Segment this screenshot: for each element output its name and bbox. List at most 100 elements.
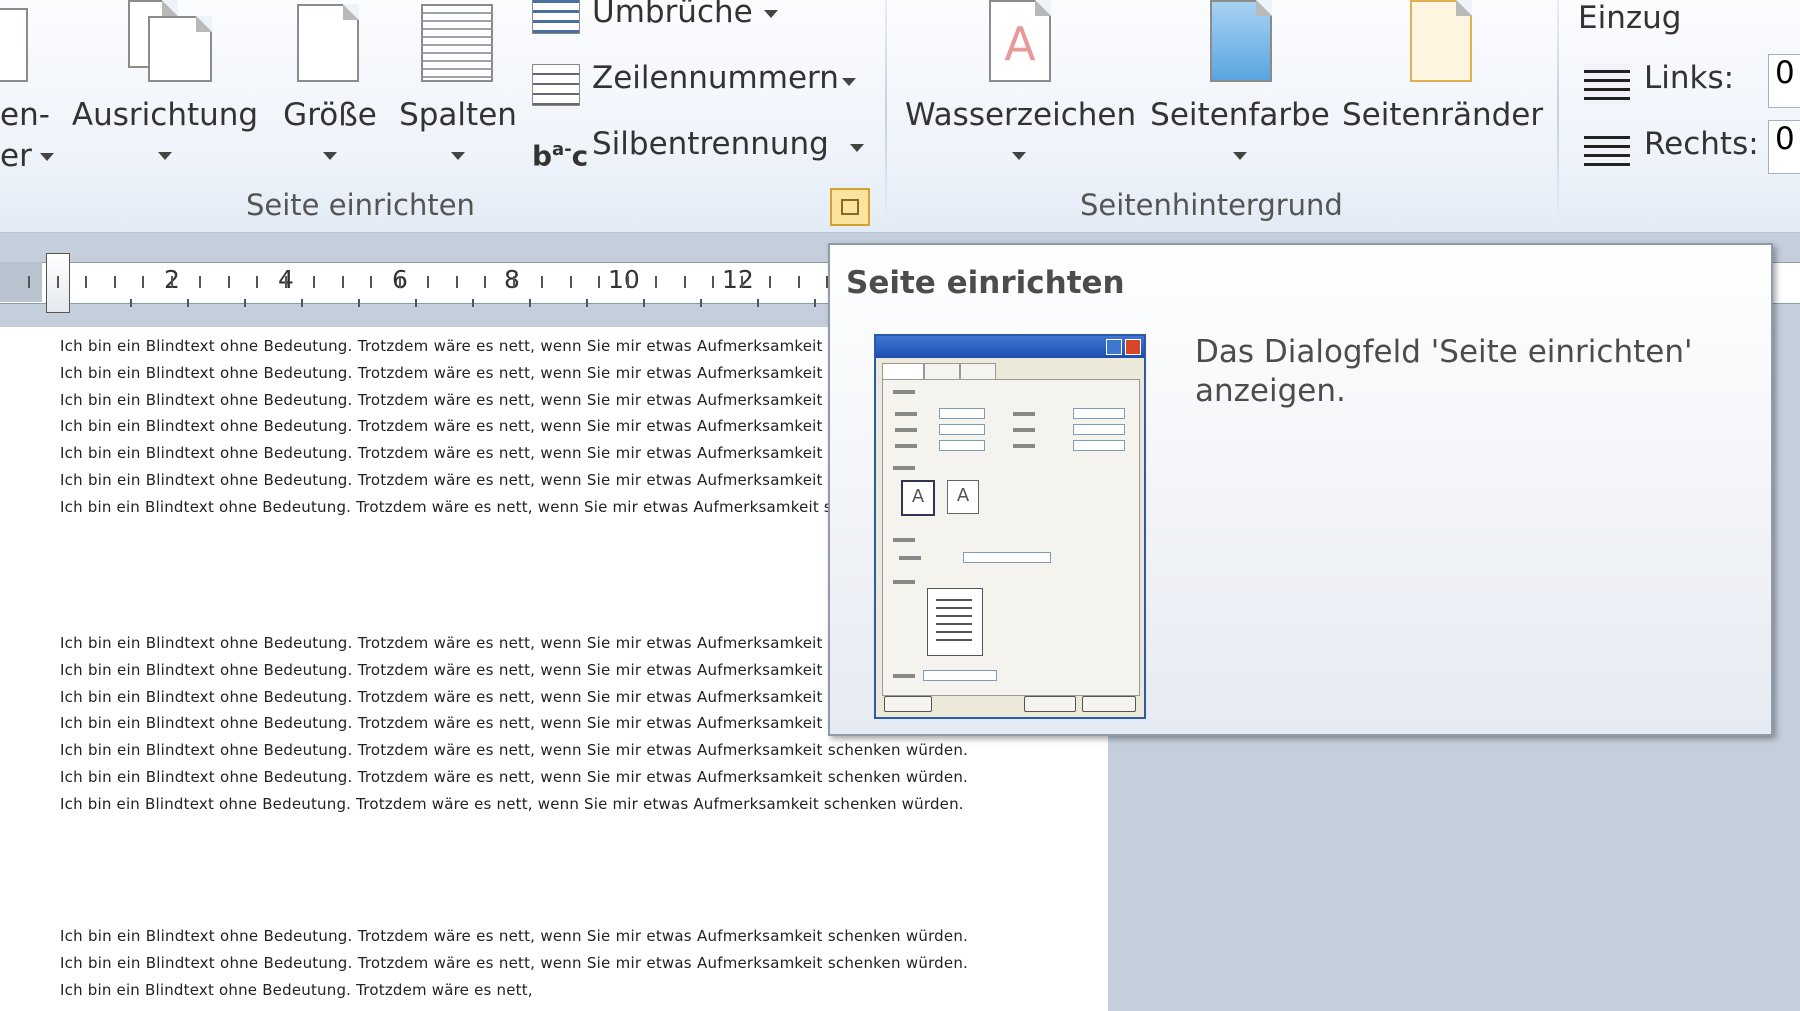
seitenfarbe-caret-icon: [1233, 152, 1247, 160]
hyphenation-icon: ba-c: [532, 139, 589, 173]
watermark-icon: A: [989, 0, 1051, 82]
ruler-bottom-tick: [472, 299, 474, 307]
ruler-tick: [627, 276, 629, 288]
silbentrennung-caret-icon: [850, 144, 864, 152]
ruler-bottom-tick: [415, 299, 417, 307]
ruler-bottom-tick: [358, 299, 360, 307]
partial-label-line1: en-: [0, 97, 50, 133]
ruler-bottom-tick: [643, 299, 645, 307]
silbentrennung-label: Silbentrennung: [592, 126, 829, 162]
zeilennummern-button[interactable]: Zeilennummern: [532, 60, 862, 106]
ruler-tick: [427, 276, 429, 288]
ruler-tick: [655, 276, 657, 288]
ruler-tick: [513, 276, 515, 288]
thumb-label: [893, 466, 915, 470]
ruler-bottom-tick: [187, 299, 189, 307]
group-label-seitenhintergrund: Seitenhintergrund: [1080, 188, 1343, 222]
ruler-tick: [370, 276, 372, 288]
thumb-label: [893, 538, 915, 542]
thumb-titlebar: [876, 336, 1144, 358]
line-numbers-icon: [532, 64, 580, 106]
ruler-tick: [570, 276, 572, 288]
wasserzeichen-button[interactable]: A Wasserzeichen: [905, 0, 1136, 180]
ruler-tick: [342, 276, 344, 288]
thumb-label: [899, 556, 921, 560]
thumb-close-icon: [1125, 339, 1141, 355]
page-borders-icon: [1410, 0, 1472, 82]
thumb-label: [893, 674, 915, 678]
thumb-button-cancel: [1082, 696, 1136, 712]
thumb-label: [1013, 412, 1035, 416]
ruler-tick: [114, 276, 116, 288]
page-break-icon: [532, 0, 580, 34]
ruler-tick: [769, 276, 771, 288]
thumb-field: [1073, 440, 1125, 451]
seite-einrichten-tooltip: Seite einrichten A A Das Dialogfeld 'Sei…: [828, 243, 1773, 736]
ruler-bottom-tick: [130, 299, 132, 307]
ruler-tick: [85, 276, 87, 288]
partial-label-line2: er: [0, 138, 32, 174]
thumb-label: [1013, 428, 1035, 432]
ruler-tick: [399, 276, 401, 288]
seitenfarbe-label: Seitenfarbe: [1150, 97, 1330, 133]
document-paragraph-3: Ich bin ein Blindtext ohne Bedeutung. Tr…: [60, 927, 968, 999]
thumb-page-preview-icon: [927, 588, 983, 656]
zeilennummern-label: Zeilennummern: [592, 60, 839, 96]
ribbon: en- er Ausrichtung Größe Spalten Umbrüch…: [0, 0, 1800, 233]
umbrueche-button[interactable]: Umbrüche: [532, 0, 792, 36]
thumb-field: [939, 440, 985, 451]
einzug-rechts-input[interactable]: 0: [1768, 120, 1800, 174]
seite-einrichten-dialog-launcher-icon[interactable]: [830, 188, 870, 226]
umbrueche-label: Umbrüche: [592, 0, 753, 30]
thumb-field: [963, 552, 1051, 563]
thumb-landscape-icon: A: [947, 480, 979, 514]
orientation-partial-button[interactable]: en- er: [0, 0, 60, 180]
ruler-bottom-tick: [700, 299, 702, 307]
ruler-tick: [484, 276, 486, 288]
ruler-bottom-tick: [757, 299, 759, 307]
spalten-caret-icon: [451, 152, 465, 160]
ruler-tick: [313, 276, 315, 288]
thumb-label: [895, 412, 917, 416]
ruler-tick: [256, 276, 258, 288]
dialog-preview-thumbnail: A A: [874, 334, 1146, 719]
thumb-portrait-icon: A: [901, 480, 935, 516]
einzug-links-input[interactable]: 0: [1768, 54, 1800, 108]
ausrichtung-button[interactable]: Ausrichtung: [68, 0, 262, 180]
thumb-label: [893, 580, 915, 584]
ruler-bottom-tick: [301, 299, 303, 307]
group-separator-2: [1557, 0, 1559, 226]
ruler-tick: [28, 276, 30, 288]
thumb-label: [893, 390, 915, 394]
ruler-tick: [712, 276, 714, 288]
einzug-links-value: 0: [1775, 55, 1795, 91]
zeilennummern-caret-icon: [842, 78, 856, 86]
silbentrennung-button[interactable]: ba-c Silbentrennung: [532, 126, 872, 173]
group-label-seite-einrichten: Seite einrichten: [246, 188, 475, 222]
ruler-tick: [171, 276, 173, 288]
thumb-field: [939, 408, 985, 419]
thumb-field: [1073, 408, 1125, 419]
ruler-tick: [598, 276, 600, 288]
seitenraender-button[interactable]: Seitenränder: [1342, 0, 1543, 180]
thumb-field: [923, 670, 997, 681]
ruler-tick: [456, 276, 458, 288]
page-size-icon: [297, 4, 359, 82]
partial-dropdown-caret-icon: [40, 153, 54, 161]
ruler-bottom-tick: [244, 299, 246, 307]
groesse-button[interactable]: Größe: [280, 0, 380, 180]
einzug-links-label: Links:: [1644, 60, 1735, 96]
ruler-tick: [285, 276, 287, 288]
thumb-label: [1013, 444, 1035, 448]
thumb-button-standard: [884, 696, 932, 712]
thumb-field: [939, 424, 985, 435]
thumb-field: [1073, 424, 1125, 435]
seitenfarbe-button[interactable]: Seitenfarbe: [1150, 0, 1330, 180]
ruler-tick: [798, 276, 800, 288]
tooltip-title: Seite einrichten: [846, 265, 1125, 301]
thumb-help-icon: [1106, 339, 1122, 355]
spalten-button[interactable]: Spalten: [396, 0, 520, 180]
wasserzeichen-caret-icon: [1012, 152, 1026, 160]
ruler-left-margin: [0, 262, 42, 302]
ruler-tick: [684, 276, 686, 288]
